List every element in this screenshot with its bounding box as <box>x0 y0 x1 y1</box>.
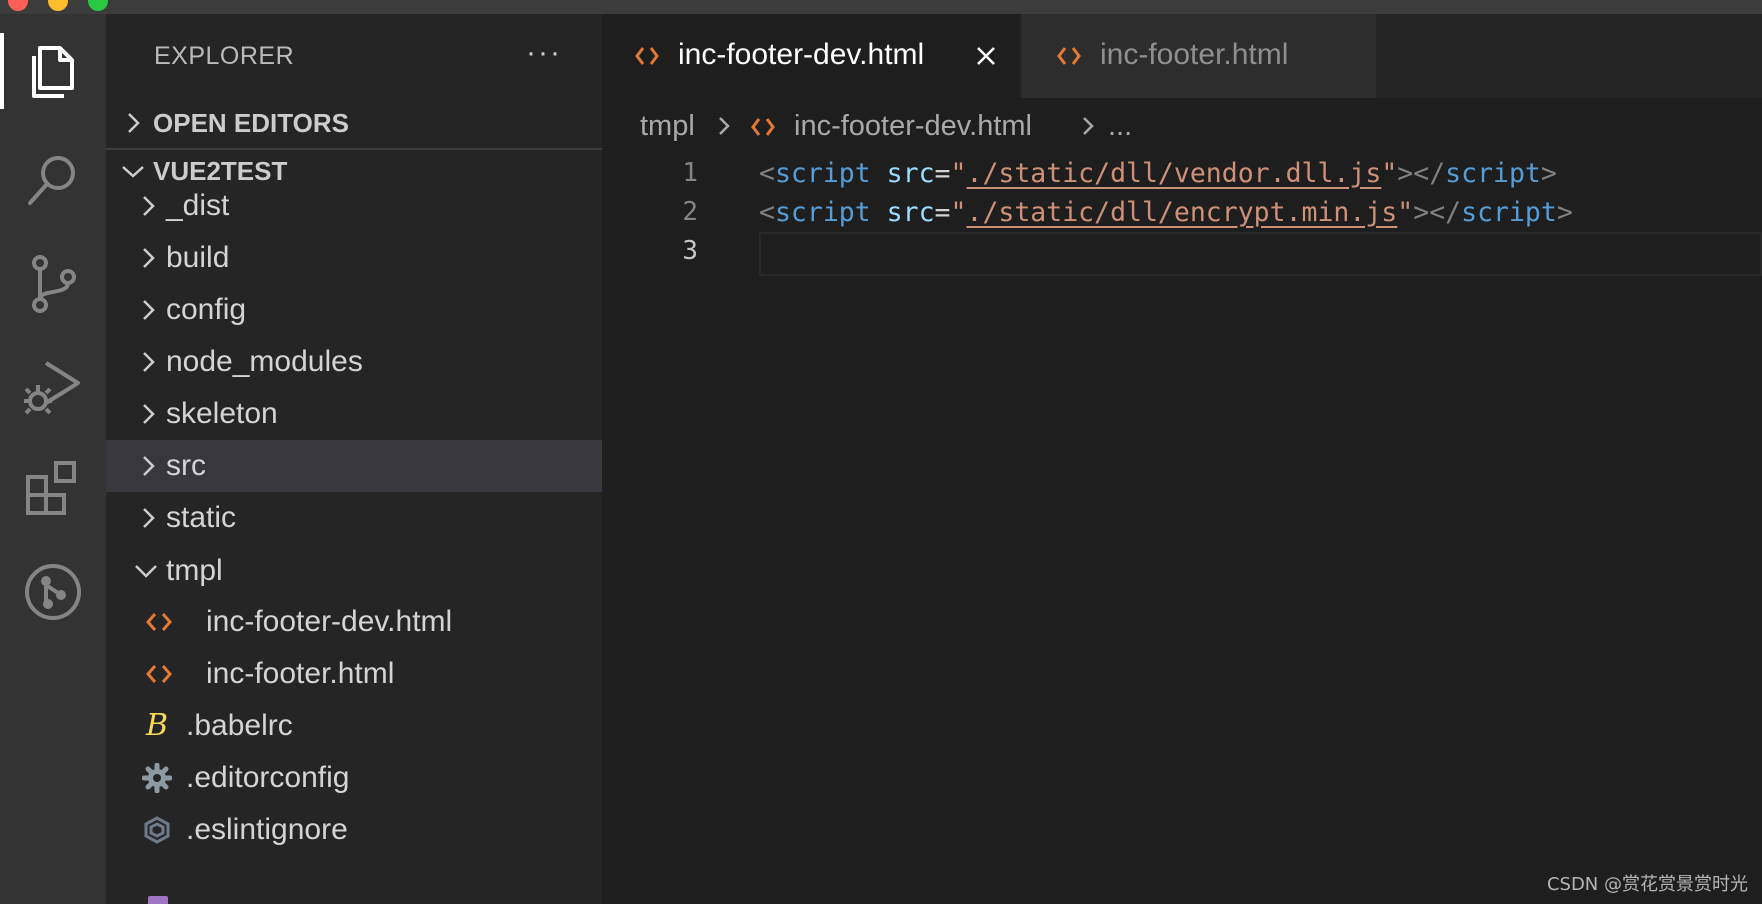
breadcrumb-folder[interactable]: tmpl <box>640 110 695 143</box>
tree-item-label: .eslintignore <box>186 813 348 846</box>
extensions-activity-button[interactable] <box>0 440 106 536</box>
tree-item-label: _dist <box>166 189 230 222</box>
tree-folder-dist[interactable]: _dist <box>106 180 602 232</box>
close-icon[interactable] <box>974 44 998 68</box>
tab-inc-footer[interactable]: inc-footer.html <box>1022 14 1376 98</box>
tree-file-eslintignore[interactable]: .eslintignore <box>106 804 602 856</box>
line-content: <script src="./static/dll/encrypt.min.js… <box>759 197 1573 228</box>
html-icon <box>751 118 775 136</box>
git-graph-activity-button[interactable] <box>0 544 106 640</box>
source-control-icon <box>32 255 76 313</box>
watermark: CSDN @赏花赏景赏时光 <box>1546 874 1748 895</box>
code-line-current[interactable]: 3 <box>602 232 1762 276</box>
tree-item-label: skeleton <box>166 397 278 430</box>
source-control-activity-button[interactable] <box>0 236 106 332</box>
line-number: 3 <box>682 236 698 266</box>
editor-area: inc-footer-dev.html inc-footer.html tmpl… <box>602 14 1762 904</box>
file-link: ./static/dll/encrypt.min.js <box>966 197 1398 228</box>
activity-bar <box>0 14 106 904</box>
tree-folder-skeleton[interactable]: skeleton <box>106 388 602 440</box>
files-icon <box>32 46 74 98</box>
explorer-sidebar: EXPLORER ··· OPEN EDITORS VUE2TEST _dist… <box>106 14 602 904</box>
breadcrumb-more[interactable]: ... <box>1108 110 1132 143</box>
tree-folder-tmpl[interactable]: tmpl <box>106 545 602 597</box>
open-editors-section[interactable]: OPEN EDITORS <box>106 98 602 148</box>
tree-item-label: config <box>166 293 247 326</box>
tree-folder-static[interactable]: static <box>106 492 602 544</box>
tab-inc-footer-dev[interactable]: inc-footer-dev.html <box>602 14 1020 98</box>
close-window-button[interactable] <box>8 0 28 11</box>
git-graph-icon <box>25 564 81 620</box>
chevron-right-icon <box>1083 117 1094 135</box>
tree-item-label: node_modules <box>166 345 363 378</box>
window-titlebar <box>0 0 1762 14</box>
tree-file-inc-footer[interactable]: inc-footer.html <box>106 648 602 700</box>
line-content: <script src="./static/dll/vendor.dll.js"… <box>759 158 1557 189</box>
chevron-right-icon <box>143 196 155 216</box>
tree-item-label: build <box>166 241 230 274</box>
code-line[interactable]: 1 <script src="./static/dll/vendor.dll.j… <box>602 154 1762 198</box>
breadcrumb: tmpl inc-footer-dev.html ... <box>602 98 1762 154</box>
tab-label: inc-footer-dev.html <box>678 38 925 71</box>
search-icon <box>28 156 75 205</box>
explorer-title: EXPLORER <box>154 42 295 70</box>
chevron-right-icon <box>143 300 155 320</box>
tree-file-inc-footer-dev[interactable]: inc-footer-dev.html <box>106 596 602 648</box>
line-number: 1 <box>682 158 698 188</box>
run-debug-activity-button[interactable] <box>0 338 106 434</box>
run-debug-icon <box>24 361 80 415</box>
minimize-window-button[interactable] <box>48 0 68 11</box>
current-line-highlight <box>759 232 1762 276</box>
tree-item-label: inc-footer-dev.html <box>206 605 453 638</box>
html-icon <box>146 613 172 631</box>
tree-folder-node-modules[interactable]: node_modules <box>106 336 602 388</box>
tree-item-label: inc-footer.html <box>206 657 395 690</box>
html-icon <box>1057 47 1081 65</box>
html-icon <box>146 665 172 683</box>
tree-folder-build[interactable]: build <box>106 232 602 284</box>
search-activity-button[interactable] <box>0 132 106 228</box>
tree-item-label: .editorconfig <box>186 761 350 794</box>
chevron-right-icon <box>143 404 155 424</box>
chevron-right-icon <box>128 113 140 133</box>
tree-item-label: .babelrc <box>186 709 293 742</box>
tab-label: inc-footer.html <box>1100 38 1289 71</box>
tree-file-babelrc[interactable]: B .babelrc <box>106 700 602 752</box>
eslint-icon <box>144 816 170 844</box>
chevron-down-icon <box>135 565 157 578</box>
chevron-right-icon <box>719 117 730 135</box>
open-editors-label: OPEN EDITORS <box>153 107 350 138</box>
tree-folder-src[interactable]: src <box>106 440 602 492</box>
chevron-right-icon <box>143 456 155 476</box>
tree-folder-config[interactable]: config <box>106 284 602 336</box>
extensions-icon <box>26 461 76 515</box>
tree-item-label: tmpl <box>166 554 223 587</box>
babel-icon: B <box>145 707 169 743</box>
chevron-right-icon <box>143 352 155 372</box>
html-icon <box>635 47 659 65</box>
line-number: 2 <box>682 197 698 227</box>
tab-bar: inc-footer-dev.html inc-footer.html <box>602 14 1762 98</box>
tree-item-label: src <box>166 449 206 482</box>
partial-file-icon <box>148 896 168 904</box>
more-actions-button[interactable]: ··· <box>526 36 562 70</box>
code-line[interactable]: 2 <script src="./static/dll/encrypt.min.… <box>602 193 1762 237</box>
tree-file-editorconfig[interactable]: .editorconfig <box>106 752 602 804</box>
tree-item-label: static <box>166 501 237 534</box>
explorer-activity-button[interactable] <box>0 23 106 119</box>
breadcrumb-file[interactable]: inc-footer-dev.html <box>794 110 1032 143</box>
zoom-window-button[interactable] <box>88 0 108 11</box>
chevron-right-icon <box>143 508 155 528</box>
chevron-right-icon <box>143 248 155 268</box>
file-link: ./static/dll/vendor.dll.js <box>966 158 1382 189</box>
gear-icon <box>142 763 172 793</box>
